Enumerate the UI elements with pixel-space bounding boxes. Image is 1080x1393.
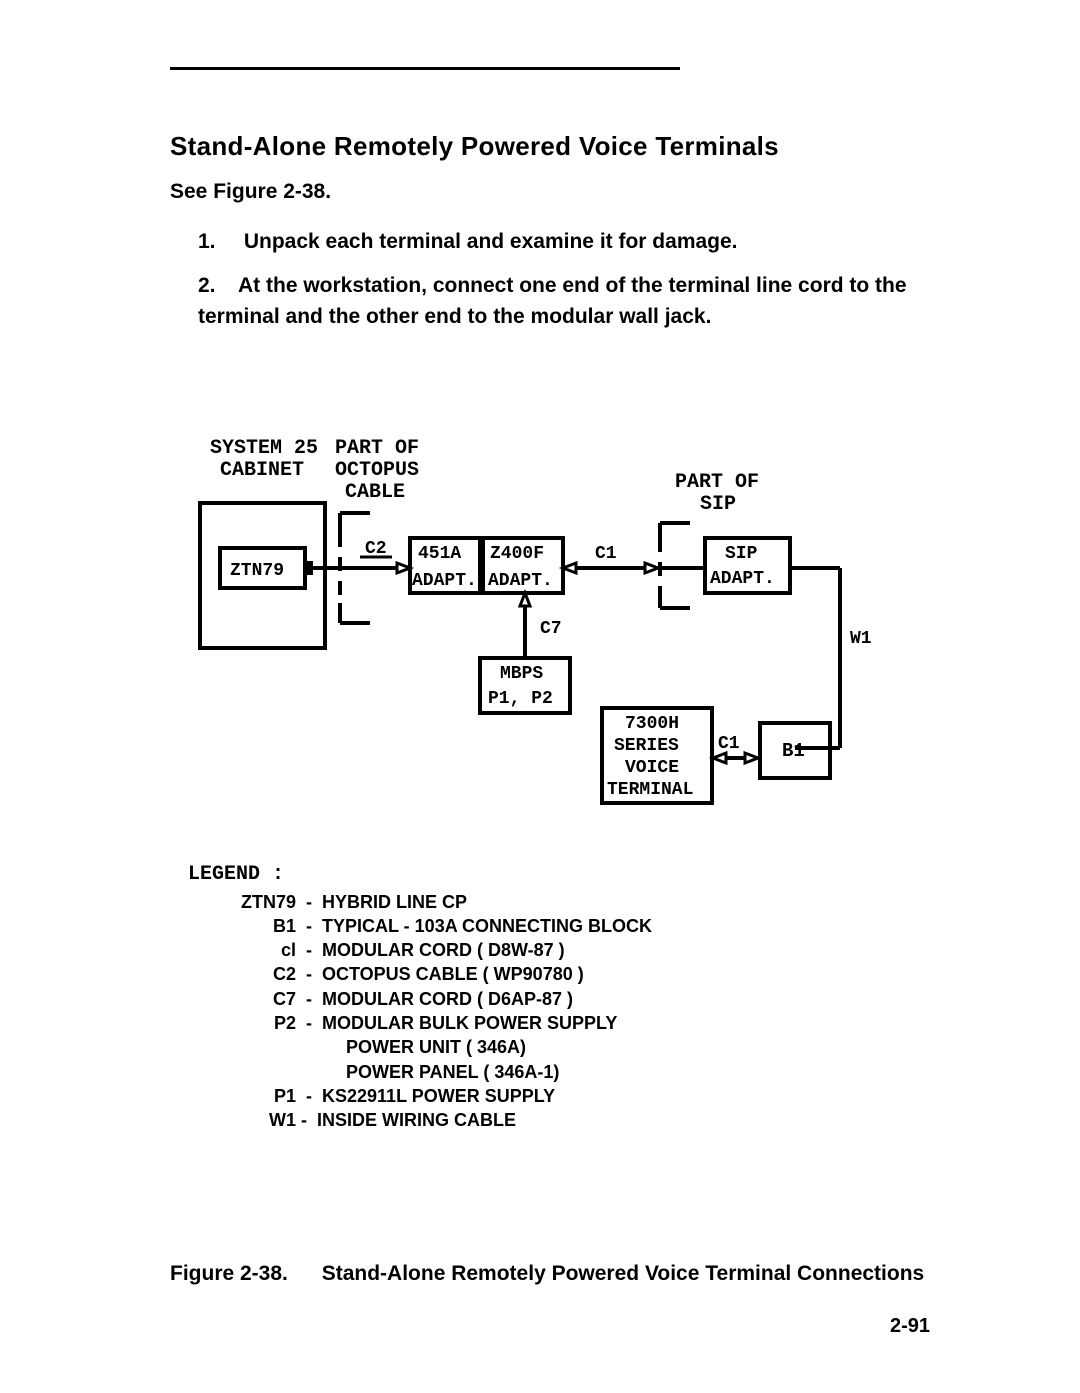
label-p1p2: P1, P2 [488, 689, 553, 709]
arrowhead-icon [645, 563, 658, 573]
label-sipadapt: SIP [725, 544, 758, 564]
label-terminal2: SERIES [614, 736, 679, 756]
legend-desc: INSIDE WIRING CABLE [317, 1110, 516, 1130]
label-ztn79: ZTN79 [230, 561, 284, 581]
header-rule [170, 66, 680, 70]
label-mbps: MBPS [500, 664, 543, 684]
label-sip: SIP [700, 493, 736, 516]
legend-subrow: POWER PANEL ( 346A-1) [346, 1060, 930, 1084]
legend-key: P2 [226, 1011, 296, 1035]
legend-row: C7 - MODULAR CORD ( D6AP-87 ) [226, 987, 930, 1011]
legend-row: B1 - TYPICAL - 103A CONNECTING BLOCK [226, 914, 930, 938]
label-cable: CABLE [345, 481, 405, 504]
label-451a: 451A [418, 544, 461, 564]
step-number: 1. [198, 226, 238, 258]
legend: LEGEND : ZTN79 - HYBRID LINE CP B1 - TYP… [188, 861, 930, 1133]
figure-title: Stand-Alone Remotely Powered Voice Termi… [322, 1262, 925, 1285]
label-cabinet: CABINET [220, 459, 304, 482]
legend-key: W1 [226, 1108, 296, 1132]
connection-diagram: SYSTEM 25 CABINET PART OF OCTOPUS CABLE … [170, 433, 930, 853]
legend-key: C7 [226, 987, 296, 1011]
legend-key: B1 [226, 914, 296, 938]
legend-desc: HYBRID LINE CP [322, 892, 467, 912]
connector [305, 561, 313, 575]
label-terminal1: 7300H [625, 714, 679, 734]
label-system25: SYSTEM 25 [210, 437, 318, 460]
step-item: 2.At the workstation, connect one end of… [198, 270, 930, 333]
label-partof-sip: PART OF [675, 471, 759, 494]
legend-subrow: POWER UNIT ( 346A) [346, 1035, 930, 1059]
section-title: Stand-Alone Remotely Powered Voice Termi… [170, 131, 930, 162]
figure-caption: Figure 2-38. Stand-Alone Remotely Powere… [170, 1262, 930, 1286]
label-terminal4: TERMINAL [607, 780, 693, 800]
page-header: INSTALLATION [170, 50, 930, 76]
legend-row: W1 - INSIDE WIRING CABLE [226, 1108, 930, 1132]
label-sipadapt2: ADAPT. [710, 569, 775, 589]
legend-desc: MODULAR CORD ( D6AP-87 ) [322, 989, 573, 1009]
label-w1: W1 [850, 629, 872, 649]
label-z400f: Z400F [490, 544, 544, 564]
legend-row: P1 - KS22911L POWER SUPPLY [226, 1084, 930, 1108]
label-partof-oct: PART OF [335, 437, 419, 460]
legend-desc: TYPICAL - 103A CONNECTING BLOCK [322, 916, 652, 936]
label-octopus: OCTOPUS [335, 459, 419, 482]
legend-row: C2 - OCTOPUS CABLE ( WP90780 ) [226, 962, 930, 986]
legend-desc: MODULAR CORD ( D8W-87 ) [322, 940, 565, 960]
step-item: 1. Unpack each terminal and examine it f… [198, 226, 930, 258]
legend-desc: OCTOPUS CABLE ( WP90780 ) [322, 964, 584, 984]
diagram-container: SYSTEM 25 CABINET PART OF OCTOPUS CABLE … [170, 433, 930, 1133]
step-number: 2. [198, 270, 238, 302]
legend-key: cl [226, 938, 296, 962]
legend-desc: MODULAR BULK POWER SUPPLY [322, 1013, 617, 1033]
label-adapt: ADAPT. [412, 571, 477, 591]
legend-title: LEGEND : [188, 861, 930, 888]
page-number: 2-91 [890, 1315, 930, 1338]
legend-key: ZTN79 [226, 890, 296, 914]
legend-key: P1 [226, 1084, 296, 1108]
steps-list: 1. Unpack each terminal and examine it f… [198, 226, 930, 333]
label-adapt2: ADAPT. [488, 571, 553, 591]
legend-row: ZTN79 - HYBRID LINE CP [226, 890, 930, 914]
label-c1b: C1 [718, 734, 740, 754]
legend-key: C2 [226, 962, 296, 986]
legend-row: cl - MODULAR CORD ( D8W-87 ) [226, 938, 930, 962]
label-terminal3: VOICE [625, 758, 679, 778]
label-b1: B1 [782, 740, 805, 762]
label-c1a: C1 [595, 544, 617, 564]
step-text: At the workstation, connect one end of t… [198, 274, 907, 329]
legend-title-text: LEGEND : [188, 861, 284, 888]
legend-desc: KS22911L POWER SUPPLY [322, 1086, 555, 1106]
arrowhead-icon [745, 753, 758, 763]
legend-row: P2 - MODULAR BULK POWER SUPPLY [226, 1011, 930, 1035]
arrowhead-icon [713, 753, 726, 763]
see-figure-ref: See Figure 2-38. [170, 180, 930, 204]
label-c7: C7 [540, 619, 562, 639]
figure-number: Figure 2-38. [170, 1262, 288, 1286]
step-text: Unpack each terminal and examine it for … [244, 230, 738, 253]
